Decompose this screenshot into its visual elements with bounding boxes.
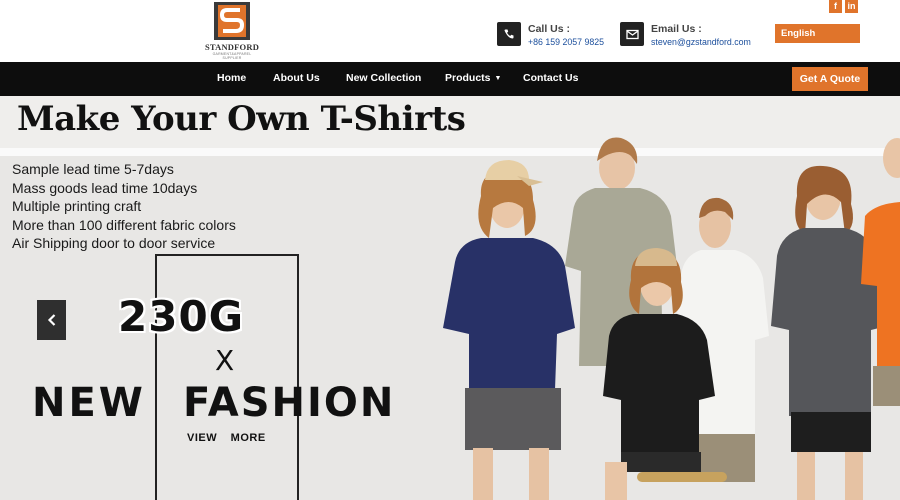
phone-icon [497, 22, 521, 46]
email-link[interactable]: steven@gzstandford.com [651, 37, 751, 47]
main-nav: Home About Us New Collection Products ▼ C… [0, 62, 900, 96]
mail-icon [620, 22, 644, 46]
brand-name: STANDFORD [204, 42, 260, 52]
facebook-icon[interactable]: f [829, 0, 842, 13]
feature-item: Air Shipping door to door service [12, 235, 216, 251]
nav-products[interactable]: Products ▼ [445, 62, 501, 96]
call-us-label: Call Us : [528, 23, 571, 35]
model-navy-tee [443, 160, 575, 500]
nav-home[interactable]: Home [217, 62, 246, 96]
cross-text: X [215, 344, 235, 377]
slider-prev-button[interactable] [37, 300, 66, 340]
hero-banner[interactable]: Make Your Own T-Shirts Sample lead time … [0, 96, 900, 500]
language-select[interactable]: English [775, 24, 860, 43]
logo-mark-icon [214, 2, 250, 40]
new-text: NEW [32, 380, 146, 426]
brand-tagline: GARMENT&APPAREL SUPPLIER [212, 52, 252, 60]
feature-item: Sample lead time 5-7days [12, 161, 174, 177]
site-header: STANDFORD GARMENT&APPAREL SUPPLIER f in … [0, 0, 900, 62]
models-photo [443, 137, 900, 500]
brand-logo[interactable]: STANDFORD GARMENT&APPAREL SUPPLIER [204, 2, 260, 60]
nav-contact-us[interactable]: Contact Us [523, 62, 578, 96]
nav-about-us[interactable]: About Us [273, 62, 320, 96]
feature-item: Mass goods lead time 10days [12, 179, 198, 196]
view-more-link[interactable]: VIEW MORE [187, 432, 266, 444]
feature-list: Sample lead time 5-7days Mass goods lead… [12, 160, 236, 253]
fabric-weight-text: 230G [118, 292, 245, 341]
email-us-label: Email Us : [651, 23, 702, 35]
fashion-text: FASHION [183, 380, 396, 426]
nav-products-label: Products [445, 72, 491, 84]
feature-item: Multiple printing craft [12, 198, 142, 214]
chevron-left-icon [47, 314, 55, 326]
phone-number-link[interactable]: +86 159 2057 9825 [528, 37, 604, 47]
chevron-down-icon: ▼ [494, 75, 502, 82]
linkedin-icon[interactable]: in [845, 0, 858, 13]
get-a-quote-button[interactable]: Get A Quote [792, 67, 868, 91]
hero-title: Make Your Own T-Shirts [17, 99, 466, 139]
feature-item: More than 100 different fabric colors [12, 216, 236, 233]
nav-new-collection[interactable]: New Collection [346, 62, 421, 96]
decorative-frame [155, 254, 299, 500]
